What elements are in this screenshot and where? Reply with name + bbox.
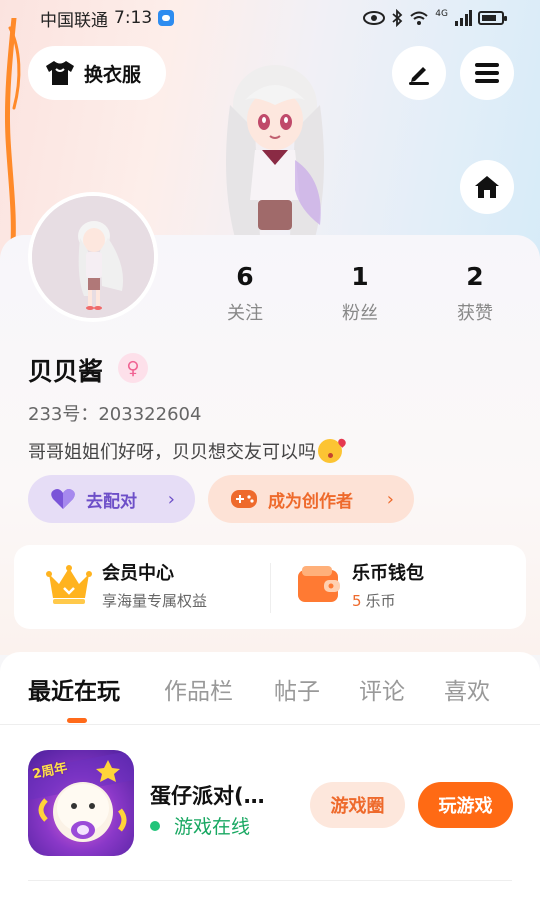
wallet-coin-count: 5 xyxy=(352,592,362,610)
avatar-image xyxy=(32,196,154,318)
wallet-icon xyxy=(298,566,340,602)
female-icon: ♀ xyxy=(118,353,148,383)
kiss-emoji-icon xyxy=(318,439,342,463)
active-tab-indicator xyxy=(67,718,87,723)
gamepad-icon xyxy=(231,490,257,508)
stat-followers[interactable]: 1 粉丝 xyxy=(310,262,410,325)
avatar-3d-figure[interactable] xyxy=(200,50,350,238)
chevron-right-icon: › xyxy=(167,488,175,510)
edit-icon xyxy=(409,67,429,85)
wifi-icon xyxy=(410,11,428,25)
list-divider xyxy=(28,880,512,881)
game-title: 蛋仔派对(… xyxy=(150,784,265,808)
tab-comments[interactable]: 评论 xyxy=(359,672,405,706)
network-type: 4G xyxy=(435,9,448,19)
profile-tabs: 最近在玩 作品栏 帖子 评论 喜欢 xyxy=(0,672,540,722)
username: 贝贝酱 xyxy=(28,357,104,386)
bio: 哥哥姐姐们好呀，贝贝想交友可以吗 xyxy=(28,438,342,464)
vip-center-title: 会员中心 xyxy=(102,563,174,584)
menu-icon xyxy=(475,63,499,83)
likes-label: 获赞 xyxy=(457,303,493,324)
game-status-text: 游戏在线 xyxy=(174,816,251,838)
wallet-title: 乐币钱包 xyxy=(352,563,424,584)
tab-recently-played[interactable]: 最近在玩 xyxy=(28,672,120,706)
list-item[interactable]: 2周年 蛋仔派对(… 游戏在线 游戏圈 玩游戏 xyxy=(0,750,540,862)
bio-text: 哥哥姐姐们好呀，贝贝想交友可以吗 xyxy=(28,442,316,463)
stat-following[interactable]: 6 关注 xyxy=(195,262,295,325)
heart-icon xyxy=(51,489,75,509)
home-icon xyxy=(475,176,499,198)
notification-app-icon xyxy=(158,10,175,26)
divider xyxy=(270,563,271,613)
carrier-name: 中国联通 xyxy=(40,10,108,31)
chevron-right-icon: › xyxy=(386,488,394,510)
change-outfit-label: 换衣服 xyxy=(84,63,142,86)
game-circle-button[interactable]: 游戏圈 xyxy=(310,782,405,828)
battery-icon xyxy=(478,11,507,25)
tab-likes[interactable]: 喜欢 xyxy=(444,672,490,706)
tshirt-icon xyxy=(46,61,74,85)
clock: 7:13 xyxy=(114,8,153,28)
followers-count: 1 xyxy=(351,262,369,291)
match-button[interactable]: 去配对 › xyxy=(28,475,195,523)
edit-profile-button[interactable] xyxy=(392,46,446,100)
wallet-coin-unit: 乐币 xyxy=(365,592,396,610)
status-bar: 中国联通 7:13 4G xyxy=(0,0,540,36)
become-creator-button[interactable]: 成为创作者 › xyxy=(208,475,414,523)
wallet-balance: 5 乐币 xyxy=(352,590,424,611)
play-game-button[interactable]: 玩游戏 xyxy=(418,782,513,828)
wallet-entry[interactable]: 乐币钱包 5 乐币 xyxy=(296,559,424,611)
following-label: 关注 xyxy=(227,303,263,324)
content-section: 最近在玩 作品栏 帖子 评论 喜欢 2周年 蛋仔派对(… 游戏在线 游戏圈 玩游… xyxy=(0,652,540,898)
followers-label: 粉丝 xyxy=(342,303,378,324)
stat-likes[interactable]: 2 获赞 xyxy=(425,262,525,325)
signal-icon xyxy=(455,10,472,26)
bluetooth-icon xyxy=(392,9,403,27)
vip-center-subtitle: 享海量专属权益 xyxy=(102,592,208,610)
home-button[interactable] xyxy=(460,160,514,214)
following-count: 6 xyxy=(236,262,254,291)
crown-icon xyxy=(46,565,92,604)
game-status: 游戏在线 xyxy=(150,812,250,839)
member-wallet-card: 会员中心 享海量专属权益 乐币钱包 5 乐币 xyxy=(14,545,526,629)
user-id[interactable]: 233号：203322604 xyxy=(28,400,201,426)
menu-button[interactable] xyxy=(460,46,514,100)
change-outfit-button[interactable]: 换衣服 xyxy=(28,46,166,100)
tab-posts[interactable]: 帖子 xyxy=(274,672,320,706)
online-dot-icon xyxy=(150,820,160,831)
become-creator-label: 成为创作者 xyxy=(268,491,353,512)
match-label: 去配对 xyxy=(86,491,137,512)
vip-center-entry[interactable]: 会员中心 享海量专属权益 xyxy=(46,559,207,611)
tab-divider xyxy=(0,724,540,725)
avatar[interactable] xyxy=(28,192,158,322)
tab-works[interactable]: 作品栏 xyxy=(164,672,233,706)
likes-count: 2 xyxy=(466,262,484,291)
game-icon[interactable]: 2周年 xyxy=(28,750,134,856)
eye-icon xyxy=(363,11,386,25)
